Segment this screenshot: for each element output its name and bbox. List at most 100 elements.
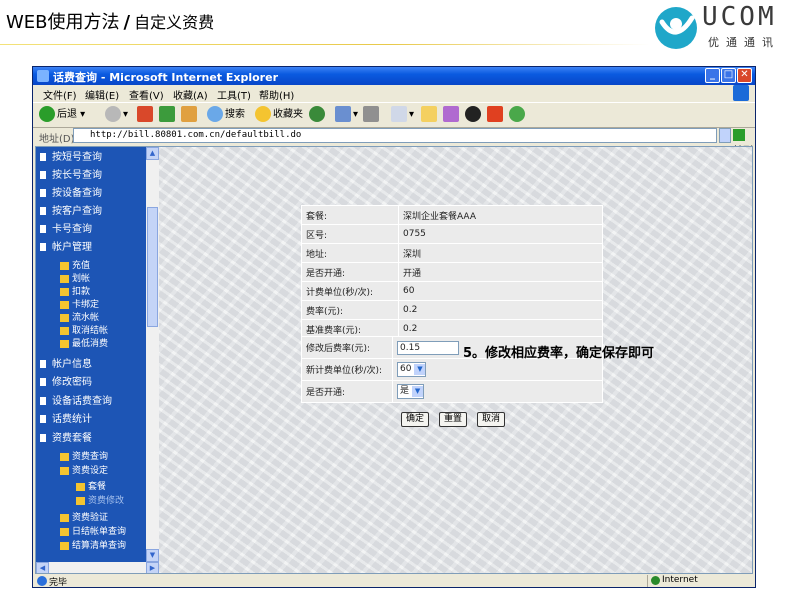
sidebar-vertical-scrollbar[interactable]: ▲ ▼ [146, 147, 159, 562]
chevron-down-icon[interactable]: ▼ [412, 386, 424, 397]
qq-penguin-icon [465, 106, 481, 122]
reset-button[interactable]: 重置 [439, 412, 468, 427]
sidebar-sub-deduct[interactable]: 扣款 [60, 284, 90, 297]
stop-icon [137, 106, 153, 122]
instruction-annotation: 5。修改相应费率，确定保存即可 [463, 346, 655, 361]
folder-icon [60, 326, 69, 335]
sidebar-item-change-password[interactable]: 修改密码 [40, 373, 92, 388]
research-button[interactable] [443, 106, 461, 124]
menu-help[interactable]: 帮助(H) [259, 87, 294, 102]
sidebar-sub-daily-bill[interactable]: 日结帐单查询 [60, 524, 126, 537]
sidebar-subsub-package[interactable]: 套餐 [76, 479, 106, 492]
menu-tools[interactable]: 工具(T) [217, 87, 251, 102]
scroll-up-icon[interactable]: ▲ [146, 147, 159, 160]
document-icon [40, 434, 46, 442]
document-icon [40, 189, 46, 197]
address-input[interactable]: http://bill.80801.com.cn/defaultbill.do [73, 128, 717, 143]
slide-title-sub: 自定义资费 [134, 13, 215, 32]
search-button[interactable]: 搜索 [207, 106, 245, 124]
sidebar-subsub-tariff-edit[interactable]: 资费修改 [76, 493, 124, 506]
sidebar: 按短号查询 按长号查询 按设备查询 按客户查询 卡号查询 帐户管理 充值 划帐 … [36, 147, 146, 562]
favorites-button[interactable]: 收藏夹 [255, 106, 303, 124]
sidebar-item-card[interactable]: 卡号查询 [40, 220, 92, 235]
menu-bar: 文件(F) 编辑(E) 查看(V) 收藏(A) 工具(T) 帮助(H) [33, 85, 755, 102]
forward-button[interactable]: ▾ [105, 106, 128, 124]
sidebar-item-device-bill[interactable]: 设备话费查询 [40, 392, 112, 407]
close-button[interactable]: ✕ [737, 68, 752, 83]
flashget-button[interactable] [487, 106, 505, 124]
cancel-button[interactable]: 取消 [477, 412, 506, 427]
globe-icon [651, 576, 660, 585]
sidebar-sub-card-bind[interactable]: 卡绑定 [60, 297, 99, 310]
sidebar-sub-cancel-settle[interactable]: 取消结帐 [60, 323, 108, 336]
sidebar-sub-recharge[interactable]: 充值 [60, 258, 90, 271]
history-icon [309, 106, 325, 122]
enable-select[interactable]: 是 ▼ [397, 384, 425, 399]
sidebar-item-short-number[interactable]: 按短号查询 [40, 148, 102, 163]
back-button[interactable]: 后退 ▾ [39, 106, 85, 124]
address-dropdown[interactable] [719, 128, 731, 143]
sidebar-item-device[interactable]: 按设备查询 [40, 184, 102, 199]
sidebar-sub-tariff-setting[interactable]: 资费设定 [60, 463, 108, 476]
windows-logo-icon [733, 85, 749, 101]
sidebar-item-long-number[interactable]: 按长号查询 [40, 166, 102, 181]
sidebar-sub-min-spend[interactable]: 最低消费 [60, 336, 108, 349]
menu-file[interactable]: 文件(F) [43, 87, 77, 102]
table-row: 是否开通: 开通 [301, 262, 603, 282]
document-icon [40, 225, 46, 233]
confirm-button[interactable]: 确定 [401, 412, 430, 427]
rate-input[interactable]: 0.15 [397, 340, 459, 355]
chevron-down-icon[interactable]: ▼ [414, 364, 426, 375]
print-button[interactable] [363, 106, 381, 124]
go-button[interactable]: 转到 [733, 128, 755, 157]
document-icon [40, 171, 46, 179]
menu-edit[interactable]: 编辑(E) [85, 87, 119, 102]
mail-icon [335, 106, 351, 122]
sidebar-item-account-info[interactable]: 帐户信息 [40, 355, 92, 370]
sidebar-sub-tariff-query[interactable]: 资费查询 [60, 449, 108, 462]
sidebar-item-customer[interactable]: 按客户查询 [40, 202, 102, 217]
sidebar-sub-transfer[interactable]: 划帐 [60, 271, 90, 284]
mail-button[interactable]: ▾ [335, 106, 358, 124]
logo-subtitle: 优通通讯 [708, 36, 780, 49]
minimize-button[interactable]: _ [705, 68, 720, 83]
sidebar-item-bill-stats[interactable]: 话费统计 [40, 410, 92, 425]
scroll-down-icon[interactable]: ▼ [146, 549, 159, 562]
scroll-left-icon[interactable]: ◀ [36, 562, 49, 573]
folder-icon [60, 513, 69, 522]
folder-icon [60, 261, 69, 270]
status-bar: 完毕 Internet [33, 574, 755, 588]
document-icon [40, 207, 46, 215]
history-button[interactable] [309, 106, 327, 124]
maximize-button[interactable]: □ [721, 68, 736, 83]
table-row: 费率(元): 0.2 [301, 300, 603, 320]
unit-label: 新计费单位(秒/次): [301, 358, 393, 381]
sidebar-item-account-mgmt[interactable]: 帐户管理 [40, 238, 92, 253]
qq-button[interactable] [465, 106, 483, 124]
sidebar-horizontal-scrollbar[interactable]: ◀ ▶ [36, 562, 159, 573]
sidebar-sub-settlement[interactable]: 结算清单查询 [60, 538, 126, 551]
edit-button[interactable]: ▾ [391, 106, 414, 124]
document-icon [40, 378, 46, 386]
table-row: 新计费单位(秒/次): 60 ▼ [301, 358, 603, 381]
sidebar-sub-ledger[interactable]: 流水帐 [60, 310, 99, 323]
sidebar-sub-tariff-verify[interactable]: 资费验证 [60, 510, 108, 523]
messenger-icon [509, 106, 525, 122]
messenger-button[interactable] [509, 106, 527, 124]
menu-view[interactable]: 查看(V) [129, 87, 164, 102]
sidebar-item-tariff-package[interactable]: 资费套餐 [40, 429, 92, 444]
folder-icon [60, 300, 69, 309]
stop-button[interactable] [137, 106, 155, 124]
folder-button[interactable] [421, 106, 439, 124]
logo-text: UCOM [702, 2, 777, 32]
home-button[interactable] [181, 106, 199, 124]
scroll-thumb[interactable] [147, 207, 158, 327]
menu-favorites[interactable]: 收藏(A) [173, 87, 208, 102]
browser-window: 话费查询 - Microsoft Internet Explorer _ □ ✕… [32, 66, 756, 588]
refresh-button[interactable] [159, 106, 177, 124]
folder-icon [60, 339, 69, 348]
window-titlebar[interactable]: 话费查询 - Microsoft Internet Explorer _ □ ✕ [33, 67, 755, 85]
scroll-right-icon[interactable]: ▶ [146, 562, 159, 573]
unit-select[interactable]: 60 ▼ [397, 362, 427, 377]
table-row: 计费单位(秒/次): 60 [301, 281, 603, 301]
